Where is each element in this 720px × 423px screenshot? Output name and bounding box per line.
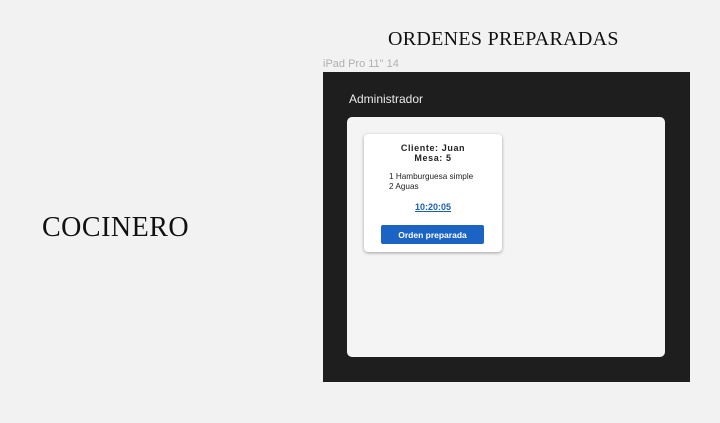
role-title: COCINERO (42, 212, 190, 243)
order-item: 1 Hamburguesa simple (389, 172, 474, 181)
orders-panel: Cliente: Juan Mesa: 5 1 Hamburguesa simp… (347, 117, 665, 357)
order-item: 2 Aguas (389, 182, 419, 191)
ipad-frame: Administrador Cliente: Juan Mesa: 5 1 Ha… (323, 72, 690, 382)
order-items: 1 Hamburguesa simple 2 Aguas (389, 172, 502, 192)
order-client: Cliente: Juan (400, 143, 466, 153)
frame-label: iPad Pro 11" 14 (323, 58, 399, 70)
header-title: Administrador (349, 92, 424, 106)
order-table: Mesa: 5 (414, 153, 452, 163)
order-card: Cliente: Juan Mesa: 5 1 Hamburguesa simp… (364, 134, 502, 252)
order-timer: 10:20:05 (414, 202, 452, 212)
order-ready-button[interactable]: Orden preparada (381, 225, 484, 244)
screen-title: ORDENES PREPARADAS (388, 28, 619, 50)
